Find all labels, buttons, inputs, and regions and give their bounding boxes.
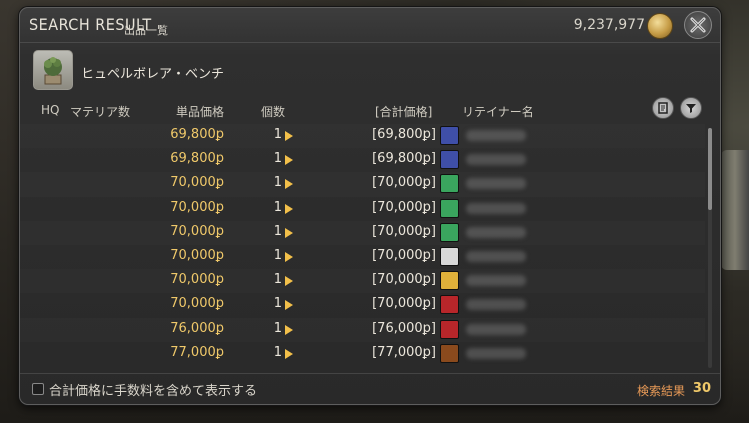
gil-coin-icon xyxy=(647,13,673,39)
col-total[interactable]: [合計価格] xyxy=(375,103,432,120)
col-quantity[interactable]: 個数 xyxy=(261,103,285,120)
filter-button[interactable] xyxy=(680,97,702,119)
total-price: [77,000ꝑ] xyxy=(372,344,436,360)
include-fee-label[interactable]: 合計価格に手数料を含めて表示する xyxy=(49,380,257,399)
unit-price: 69,800ꝑ xyxy=(170,151,224,167)
result-count-label: 検索結果 xyxy=(636,384,685,398)
close-icon xyxy=(690,17,706,33)
unit-price: 69,800ꝑ xyxy=(170,127,224,142)
listing-row[interactable]: 76,000ꝑ 1 [76,000ꝑ] xyxy=(20,318,705,342)
quantity: 1 xyxy=(273,175,282,191)
arrow-icon xyxy=(285,251,293,262)
close-button[interactable] xyxy=(684,11,712,39)
retainer-name-blurred xyxy=(466,178,526,190)
title-bar[interactable]: SEARCH RESULT 出品一覧 9,237,977 xyxy=(20,8,720,43)
unit-price: 70,000ꝑ xyxy=(170,272,224,288)
yellow-key-icon xyxy=(440,271,459,291)
listing-list: 69,800ꝑ 1 [69,800ꝑ] 69,800ꝑ 1 [69,800ꝑ] 70,000… xyxy=(20,124,705,366)
unit-price: 70,000ꝑ xyxy=(170,296,224,312)
history-button[interactable] xyxy=(652,97,674,119)
arrow-icon xyxy=(285,300,293,311)
col-hq[interactable]: HQ xyxy=(41,103,59,117)
retainer-name-blurred xyxy=(466,299,526,311)
red-blue-crest-icon xyxy=(440,150,459,170)
total-price: [70,000ꝑ] xyxy=(372,175,436,191)
listing-row[interactable]: 69,800ꝑ 1 [69,800ꝑ] xyxy=(20,148,705,172)
total-price: [70,000ꝑ] xyxy=(372,247,436,263)
total-price: [70,000ꝑ] xyxy=(372,272,436,288)
gil-amount: 9,237,977 xyxy=(573,17,645,33)
red-tower-icon xyxy=(440,295,459,315)
listing-row[interactable]: 70,000ꝑ 1 [70,000ꝑ] xyxy=(20,269,705,293)
document-icon xyxy=(658,102,668,114)
search-result-window: SEARCH RESULT 出品一覧 9,237,977 ヒュペルボレア・ベンチ… xyxy=(19,7,721,405)
listing-row[interactable]: 70,000ꝑ 1 [70,000ꝑ] xyxy=(20,172,705,196)
include-fee-checkbox[interactable] xyxy=(32,383,44,395)
scrollbar-thumb[interactable] xyxy=(708,128,712,210)
total-price: [76,000ꝑ] xyxy=(372,320,436,336)
arrow-icon xyxy=(285,276,293,287)
quantity: 1 xyxy=(273,320,282,336)
arrow-icon xyxy=(285,203,293,214)
col-unit-price[interactable]: 単品価格 xyxy=(176,103,224,120)
retainer-name-blurred xyxy=(466,250,526,262)
unit-price: 70,000ꝑ xyxy=(170,223,224,239)
window-subtitle: 出品一覧 xyxy=(124,24,168,37)
quantity: 1 xyxy=(273,272,282,288)
arrow-icon xyxy=(285,155,293,166)
green-swirl-icon xyxy=(440,174,459,194)
listing-row[interactable]: 69,800ꝑ 1 [69,800ꝑ] xyxy=(20,124,705,148)
unit-price: 76,000ꝑ xyxy=(170,320,224,336)
total-price: [69,800ꝑ] xyxy=(372,151,436,167)
arrow-icon xyxy=(285,227,293,238)
arrow-icon xyxy=(285,131,293,141)
green-swirl-icon xyxy=(440,222,459,242)
quantity: 1 xyxy=(273,223,282,239)
unit-price: 70,000ꝑ xyxy=(170,247,224,263)
retainer-name-blurred xyxy=(466,130,526,141)
item-name: ヒュペルボレア・ベンチ xyxy=(81,67,225,82)
total-price: [69,800ꝑ] xyxy=(372,127,436,142)
col-materia[interactable]: マテリア数 xyxy=(70,103,130,120)
listing-row[interactable]: 70,000ꝑ 1 [70,000ꝑ] xyxy=(20,293,705,317)
retainer-name-blurred xyxy=(466,154,526,166)
quantity: 1 xyxy=(273,199,282,215)
listing-row[interactable]: 70,000ꝑ 1 [70,000ꝑ] xyxy=(20,221,705,245)
arrow-icon xyxy=(285,348,293,359)
red-tower-icon xyxy=(440,319,459,339)
unit-price: 70,000ꝑ xyxy=(170,175,224,191)
listing-row[interactable]: 70,000ꝑ 1 [70,000ꝑ] xyxy=(20,197,705,221)
col-retainer[interactable]: リテイナー名 xyxy=(462,103,534,120)
orange-scale-icon xyxy=(440,343,459,363)
quantity: 1 xyxy=(273,151,282,167)
listing-row[interactable]: 70,000ꝑ 1 [70,000ꝑ] xyxy=(20,245,705,269)
filter-icon xyxy=(686,104,696,113)
character-background xyxy=(721,150,749,270)
red-blue-crest-icon xyxy=(440,126,459,145)
total-price: [70,000ꝑ] xyxy=(372,223,436,239)
unit-price: 70,000ꝑ xyxy=(170,199,224,215)
listing-row[interactable]: 77,000ꝑ 1 [77,000ꝑ] xyxy=(20,342,705,366)
green-swirl-icon xyxy=(440,198,459,218)
bench-plant-icon xyxy=(44,57,62,85)
retainer-name-blurred xyxy=(466,202,526,214)
total-price: [70,000ꝑ] xyxy=(372,199,436,215)
retainer-name-blurred xyxy=(466,323,526,335)
unit-price: 77,000ꝑ xyxy=(170,344,224,360)
arrow-icon xyxy=(285,179,293,190)
quantity: 1 xyxy=(273,127,282,142)
white-spiral-icon xyxy=(440,246,459,266)
quantity: 1 xyxy=(273,296,282,312)
retainer-name-blurred xyxy=(466,347,526,359)
quantity: 1 xyxy=(273,247,282,263)
total-price: [70,000ꝑ] xyxy=(372,296,436,312)
retainer-name-blurred xyxy=(466,226,526,238)
quantity: 1 xyxy=(273,344,282,360)
retainer-name-blurred xyxy=(466,275,526,287)
result-count: 30 xyxy=(692,381,711,396)
footer: 合計価格に手数料を含めて表示する 検索結果 30 xyxy=(20,373,720,404)
arrow-icon xyxy=(285,324,293,335)
item-icon[interactable] xyxy=(33,50,73,90)
